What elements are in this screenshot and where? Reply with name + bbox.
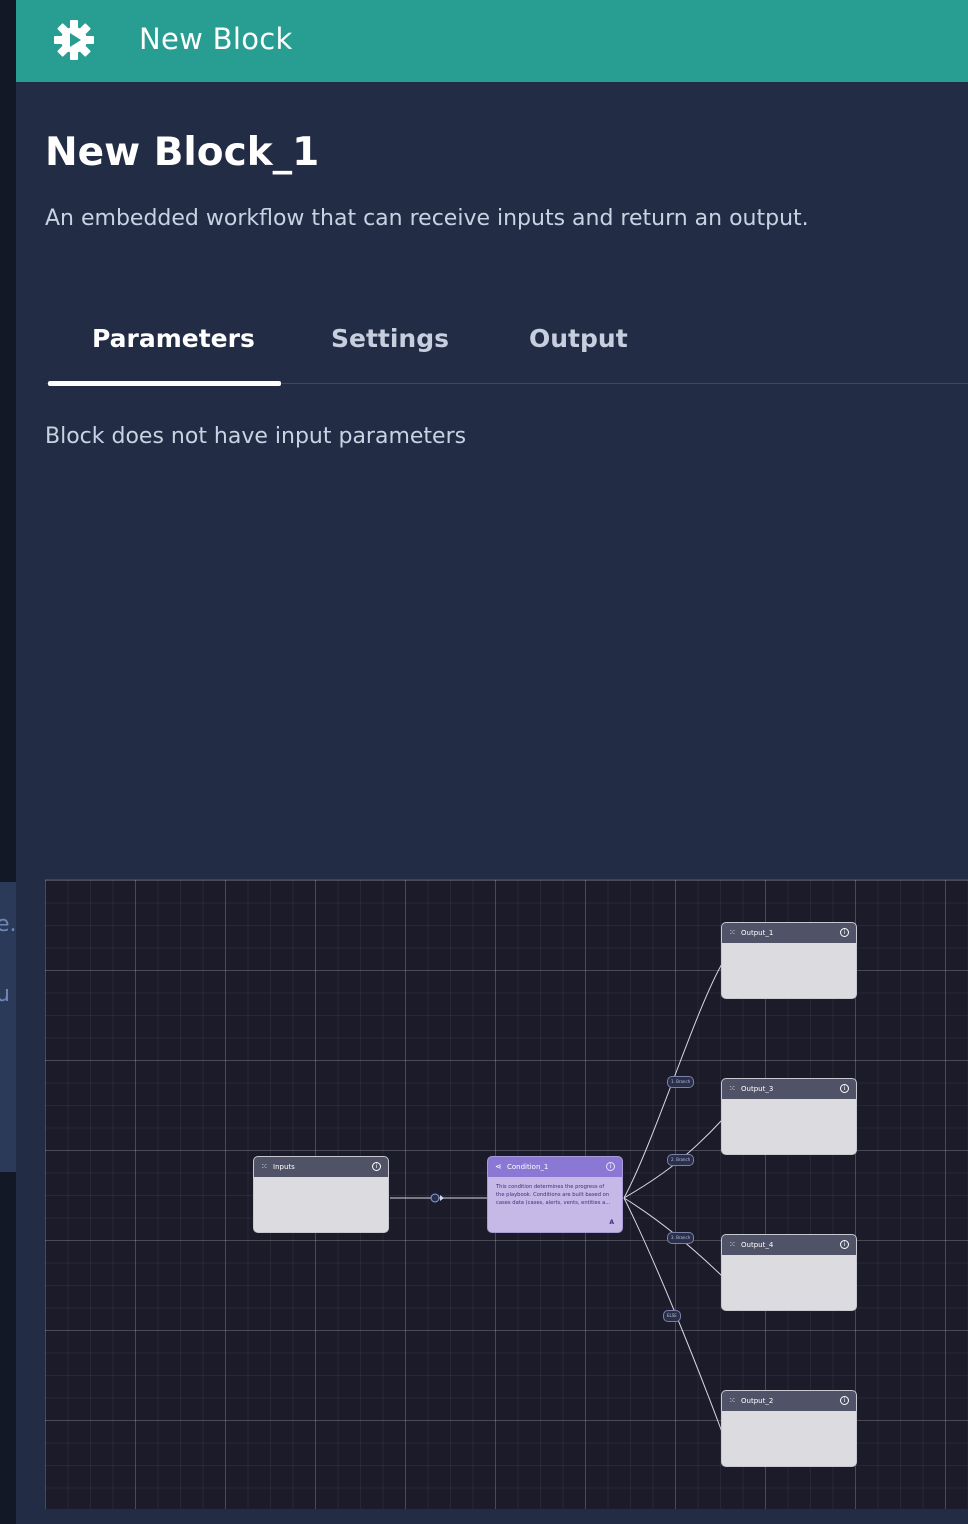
condition-description: This condition determines the progress o… <box>496 1184 611 1206</box>
gear-icon <box>52 18 96 62</box>
tab-parameters[interactable]: Parameters <box>92 324 255 353</box>
background-app-strip: e. u <box>0 0 17 1524</box>
inputs-icon: ⁙ <box>261 1162 268 1171</box>
block-description: An embedded workflow that can receive in… <box>45 206 809 231</box>
tab-output[interactable]: Output <box>529 324 628 353</box>
tab-bar: Parameters Settings Output <box>46 310 968 386</box>
empty-parameters-message: Block does not have input parameters <box>45 424 467 449</box>
background-text: u <box>0 982 10 1007</box>
condition-node[interactable]: ⋖ Condition_1 i This condition determine… <box>488 1157 622 1232</box>
output-icon: ⁙ <box>729 928 736 937</box>
node-label: Output_2 <box>741 1397 774 1405</box>
info-icon[interactable]: i <box>840 1396 849 1405</box>
connection-handle <box>430 1193 440 1203</box>
dialog-title: New Block <box>139 22 293 56</box>
info-icon[interactable]: i <box>840 1240 849 1249</box>
output-node-2[interactable]: ⁙ Output_2 i <box>722 1391 856 1466</box>
info-icon[interactable]: i <box>840 1084 849 1093</box>
dialog-header: New Block <box>16 0 968 82</box>
branch-label[interactable]: 1. Branch <box>667 1076 695 1088</box>
branch-label[interactable]: 3. Branch <box>667 1232 695 1244</box>
node-label: Condition_1 <box>507 1163 549 1171</box>
tab-settings[interactable]: Settings <box>331 324 449 353</box>
condition-icon: ⋖ <box>495 1162 502 1171</box>
output-icon: ⁙ <box>729 1240 736 1249</box>
node-label: Output_3 <box>741 1085 774 1093</box>
output-node-4[interactable]: ⁙ Output_4 i <box>722 1235 856 1310</box>
condition-marker: A <box>609 1219 614 1226</box>
branch-label[interactable]: ELSE <box>663 1310 681 1322</box>
background-text: e. <box>0 912 17 937</box>
node-label: Output_1 <box>741 929 774 937</box>
output-icon: ⁙ <box>729 1396 736 1405</box>
active-tab-indicator <box>48 381 281 386</box>
output-node-3[interactable]: ⁙ Output_3 i <box>722 1079 856 1154</box>
background-panel: e. u <box>0 882 17 1172</box>
info-icon[interactable]: i <box>372 1162 381 1171</box>
block-name: New Block_1 <box>45 130 320 175</box>
branch-label[interactable]: 2. Branch <box>667 1154 695 1166</box>
node-label: Inputs <box>273 1163 295 1171</box>
output-icon: ⁙ <box>729 1084 736 1093</box>
info-icon[interactable]: i <box>840 928 849 937</box>
node-label: Output_4 <box>741 1241 774 1249</box>
info-icon[interactable]: i <box>606 1162 615 1171</box>
output-node-1[interactable]: ⁙ Output_1 i <box>722 923 856 998</box>
inputs-node[interactable]: ⁙ Inputs i <box>254 1157 388 1232</box>
workflow-canvas[interactable]: ⁙ Inputs i ⋖ Condition_1 i This conditio… <box>45 879 968 1509</box>
